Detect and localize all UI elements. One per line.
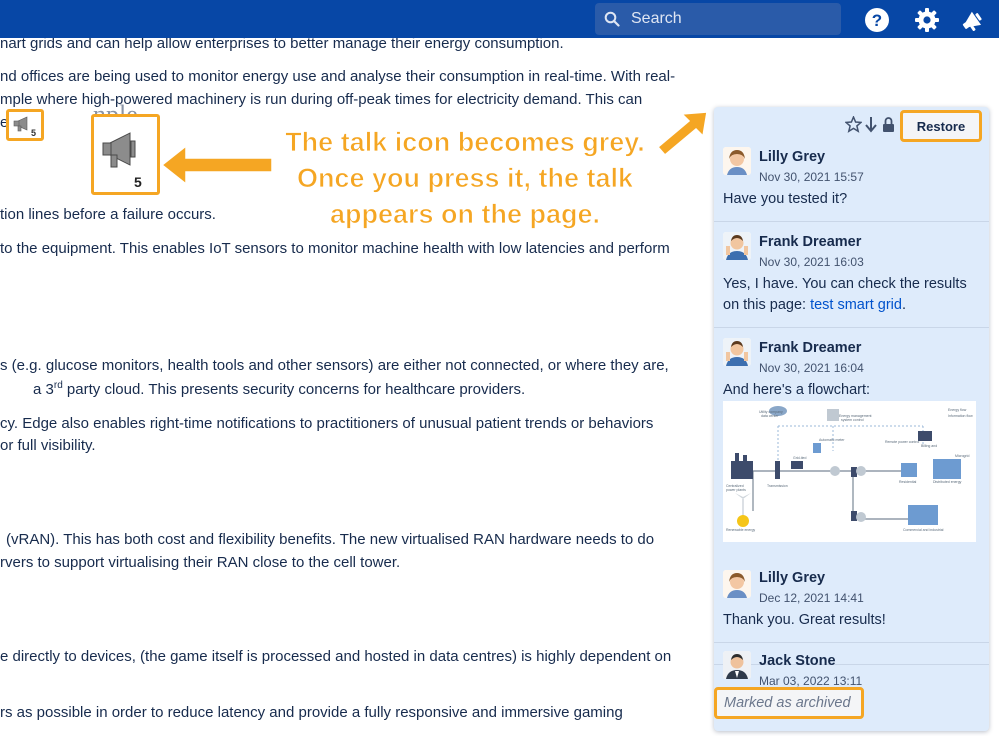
archived-status: Marked as archived: [714, 687, 864, 719]
megaphone-icon: 5: [102, 132, 142, 190]
search-placeholder: Search: [631, 10, 682, 27]
comment-author[interactable]: Jack Stone: [759, 653, 836, 669]
svg-text:Billing and: Billing and: [921, 444, 937, 448]
svg-text:Residential: Residential: [899, 480, 917, 484]
article-line: to the equipment. This enables IoT senso…: [0, 240, 670, 257]
article-line: tion lines before a failure occurs.: [0, 206, 216, 223]
talk-icon-small-highlight[interactable]: 5: [6, 109, 44, 141]
svg-text:system control: system control: [841, 418, 864, 422]
page-link[interactable]: test smart grid: [810, 297, 902, 313]
article-line: or full visibility.: [0, 437, 96, 454]
gear-icon[interactable]: [913, 6, 941, 34]
comment-author[interactable]: Lilly Grey: [759, 570, 825, 586]
comment-author[interactable]: Lilly Grey: [759, 149, 825, 165]
avatar: [723, 570, 751, 598]
talk-count: 5: [31, 128, 36, 138]
article-line: nart grids and can help allow enterprise…: [0, 38, 564, 52]
article-line: cy. Edge also enables right-time notific…: [0, 415, 654, 432]
avatar: [723, 651, 751, 679]
svg-text:data center: data center: [761, 414, 779, 418]
talk-comment: Frank Dreamer Nov 30, 2021 16:03 Yes, I …: [714, 222, 989, 328]
svg-text:Information flow: Information flow: [948, 414, 973, 418]
svg-text:Transmission: Transmission: [767, 484, 788, 488]
article-line: (vRAN). This has both cost and flexibili…: [6, 531, 655, 548]
comment-text: Yes, I have. You can check the results o…: [723, 276, 967, 313]
article-line: rs as possible in order to reduce latenc…: [0, 704, 623, 721]
comment-date: Mar 03, 2022 13:11: [759, 674, 863, 688]
svg-text:Renewable energy: Renewable energy: [726, 528, 755, 532]
pointer-arrow-left: [160, 144, 273, 186]
annotation-callout: The talk icon becomes grey. Once you pre…: [285, 127, 645, 230]
megaphone-icon[interactable]: [960, 6, 988, 34]
talk-comment: Lilly Grey Dec 12, 2021 14:41 Thank you.…: [714, 565, 989, 643]
article-line: nd offices are being used to monitor ene…: [0, 68, 676, 85]
article-line: rvers to support virtualising their RAN …: [0, 554, 401, 571]
search-icon: [604, 11, 620, 27]
article-line: a 3rd party cloud. This presents securit…: [33, 380, 526, 398]
arrow-down-icon[interactable]: [864, 116, 878, 133]
comment-date: Nov 30, 2021 16:04: [759, 361, 864, 375]
comment-text: And here's a flowchart:: [723, 382, 871, 398]
svg-text:?: ?: [872, 11, 882, 30]
svg-text:Grid-tied: Grid-tied: [793, 456, 806, 460]
talk-icon-large-highlight[interactable]: 5: [91, 114, 160, 195]
restore-button[interactable]: Restore: [900, 110, 982, 142]
pointer-arrow-up-right: [656, 111, 708, 157]
comment-author[interactable]: Frank Dreamer: [759, 340, 861, 356]
talk-panel-header: Restore: [714, 107, 989, 143]
svg-text:Automatic meter: Automatic meter: [819, 438, 845, 442]
avatar: [723, 232, 751, 260]
comment-date: Nov 30, 2021 16:03: [759, 255, 864, 269]
talk-panel: Restore Lilly Grey Nov 30, 2021 15:57 Ha…: [714, 107, 989, 731]
svg-text:Distributed energy: Distributed energy: [933, 480, 962, 484]
comment-author[interactable]: Frank Dreamer: [759, 234, 861, 250]
svg-text:power plants: power plants: [726, 488, 746, 492]
svg-text:Microgrid: Microgrid: [955, 454, 969, 458]
top-navigation-bar: Search ?: [0, 0, 999, 38]
svg-text:Remote power control: Remote power control: [885, 440, 919, 444]
article-line: s (e.g. glucose monitors, health tools a…: [0, 357, 669, 374]
megaphone-icon: 5: [13, 116, 36, 138]
search-box[interactable]: Search: [595, 3, 841, 35]
talk-comment: Lilly Grey Nov 30, 2021 15:57 Have you t…: [714, 143, 989, 222]
comment-date: Dec 12, 2021 14:41: [759, 591, 864, 605]
article-line: e directly to devices, (the game itself …: [0, 648, 672, 665]
svg-text:Energy flow: Energy flow: [948, 408, 967, 412]
lock-icon[interactable]: [882, 116, 895, 133]
help-icon[interactable]: ?: [863, 6, 891, 34]
avatar: [723, 147, 751, 175]
comment-date: Nov 30, 2021 15:57: [759, 170, 864, 184]
avatar: [723, 338, 751, 366]
smart-grid-flowchart[interactable]: Utility companydata center Energy manage…: [723, 401, 976, 542]
comment-text: Have you tested it?: [723, 191, 848, 207]
comment-text: Thank you. Great results!: [723, 612, 886, 628]
svg-text:Commercial and industrial: Commercial and industrial: [903, 528, 944, 532]
talk-count: 5: [134, 174, 142, 190]
star-icon[interactable]: [845, 116, 862, 133]
